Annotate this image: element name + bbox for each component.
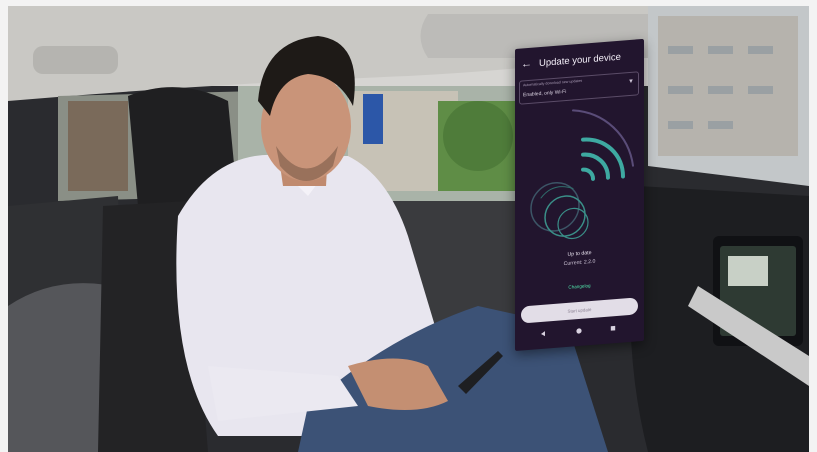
update-illustration [530, 109, 634, 240]
chevron-down-icon: ▼ [628, 78, 634, 86]
arrow-left-icon[interactable]: ← [521, 57, 532, 72]
phone-update-screen: ← Update your device Automatically downl… [515, 38, 644, 352]
car-interior-photo [8, 6, 809, 452]
triangle-back-icon[interactable] [540, 331, 546, 337]
select-label: Automatically download new updates [523, 78, 583, 88]
square-recent-icon[interactable] [610, 325, 616, 331]
app-header: ← Update your device [515, 47, 644, 75]
android-nav-bar [515, 320, 644, 344]
changelog-link[interactable]: Changelog [515, 279, 644, 294]
circle-home-icon[interactable] [576, 328, 582, 334]
start-update-button[interactable]: Start update [521, 297, 638, 324]
page-title: Update your device [539, 51, 621, 70]
scene-illustration [8, 6, 809, 452]
select-value: Enabled, only Wi-Fi [523, 88, 567, 99]
